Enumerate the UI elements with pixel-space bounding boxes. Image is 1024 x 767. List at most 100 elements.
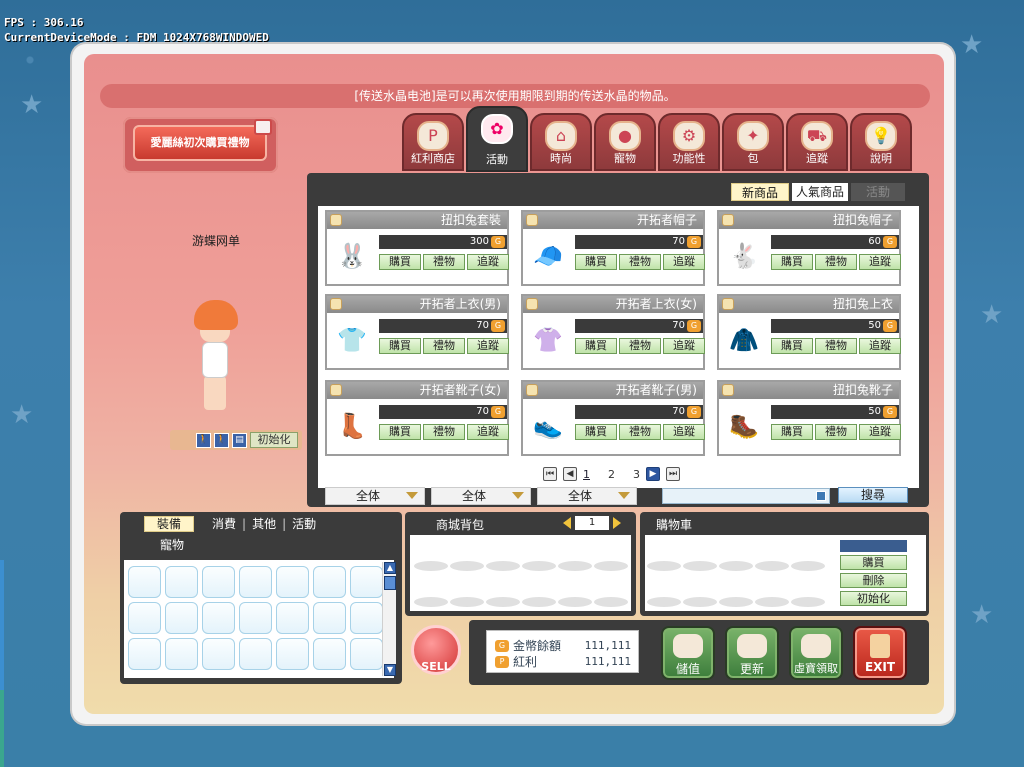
gift-button[interactable]: 禮物 [619,424,661,440]
track-button[interactable]: 追蹤 [859,338,901,354]
category-dropdown-2[interactable]: 全体 [431,487,531,505]
buy-button[interactable]: 購買 [575,254,617,270]
buy-button[interactable]: 購買 [771,254,813,270]
scroll-up-icon[interactable]: ▲ [384,562,396,574]
tab-package[interactable]: ✦ 包 [722,113,784,171]
inventory-slot[interactable] [165,566,198,598]
page-1[interactable]: 1 [583,468,590,481]
category-dropdown-1[interactable]: 全体 [325,487,425,505]
inventory-slot[interactable] [276,566,309,598]
tab-pet[interactable]: ● 寵物 [594,113,656,171]
inventory-slot[interactable] [202,638,235,670]
tab-fashion[interactable]: ⌂ 時尚 [530,113,592,171]
search-button[interactable]: 搜尋 [838,487,908,503]
inventory-slot[interactable] [128,566,161,598]
page-2[interactable]: 2 [608,468,615,481]
inventory-slot[interactable] [202,602,235,634]
inventory-slot[interactable] [350,638,383,670]
inventory-tab-etc[interactable]: 其他 [252,515,276,532]
scroll-down-icon[interactable]: ▼ [384,664,396,676]
claim-virtual-items-button[interactable]: 虛寶領取 [789,626,843,680]
gift-button[interactable]: 禮物 [619,338,661,354]
buy-button[interactable]: 購買 [379,424,421,440]
tab-bonus-shop[interactable]: P 紅利商店 [402,113,464,171]
filter-event-items[interactable]: 活動 [851,183,905,201]
info-icon[interactable]: ▤ [232,432,247,448]
inventory-slot[interactable] [313,638,346,670]
cart-delete-button[interactable]: 刪除 [840,573,907,588]
inventory-slot[interactable] [165,602,198,634]
inventory-slot[interactable] [165,638,198,670]
gift-button[interactable]: 禮物 [619,254,661,270]
tab-tracking[interactable]: ⛟ 追蹤 [786,113,848,171]
item-card[interactable]: 扭扣兔上衣 🧥 50 G 購買 禮物 追蹤 [717,294,901,370]
track-button[interactable]: 追蹤 [467,254,509,270]
item-card[interactable]: 开拓者上衣(男) 👕 70 G 購買 禮物 追蹤 [325,294,509,370]
exit-button[interactable]: EXIT [853,626,907,680]
inventory-slot[interactable] [313,602,346,634]
buy-button[interactable]: 購買 [771,424,813,440]
item-card[interactable]: 开拓者上衣(女) 👚 70 G 購買 禮物 追蹤 [521,294,705,370]
gift-button[interactable]: 禮物 [423,424,465,440]
buy-button[interactable]: 購買 [575,338,617,354]
topup-button[interactable]: 儲值 [661,626,715,680]
pose-icon[interactable]: 🚶 [214,432,229,448]
tab-help[interactable]: 💡 說明 [850,113,912,171]
item-card[interactable]: 开拓者靴子(女) 👢 70 G 購買 禮物 追蹤 [325,380,509,456]
inventory-slot[interactable] [239,638,272,670]
gift-button[interactable]: 禮物 [423,254,465,270]
sell-button[interactable]: SELL [411,625,461,675]
item-card[interactable]: 扭扣兔靴子 🥾 50 G 購買 禮物 追蹤 [717,380,901,456]
walk-icon[interactable]: 🚶 [196,432,211,448]
inventory-slot[interactable] [350,566,383,598]
gift-button[interactable]: 禮物 [815,338,857,354]
track-button[interactable]: 追蹤 [663,424,705,440]
gift-button[interactable]: 禮物 [423,338,465,354]
inventory-slot[interactable] [202,566,235,598]
tab-functional[interactable]: ⚙ 功能性 [658,113,720,171]
clear-search-icon[interactable] [816,491,826,501]
gift-button[interactable]: 禮物 [815,254,857,270]
cart-buy-button[interactable]: 購買 [840,555,907,570]
bag-next-icon[interactable] [613,517,621,529]
filter-new-items[interactable]: 新商品 [731,183,789,201]
inventory-slot[interactable] [128,638,161,670]
inventory-slot[interactable] [276,602,309,634]
cart-reset-button[interactable]: 初始化 [840,591,907,606]
item-card[interactable]: 扭扣兔帽子 🐇 60 G 購買 禮物 追蹤 [717,210,901,286]
next-page-icon[interactable]: ▶ [646,467,660,481]
track-button[interactable]: 追蹤 [467,424,509,440]
first-page-icon[interactable]: ⏮ [543,467,557,481]
filter-popular-items[interactable]: 人氣商品 [792,183,848,201]
bag-prev-icon[interactable] [563,517,571,529]
buy-button[interactable]: 購買 [771,338,813,354]
inventory-slot[interactable] [350,602,383,634]
inventory-slot[interactable] [239,602,272,634]
category-dropdown-3[interactable]: 全体 [537,487,637,505]
inventory-slot[interactable] [239,566,272,598]
buy-button[interactable]: 購買 [575,424,617,440]
inventory-slot[interactable] [128,602,161,634]
inventory-scrollbar[interactable]: ▲ ▼ [382,562,396,676]
item-card[interactable]: 扭扣兔套裝 🐰 300 G 購買 禮物 追蹤 [325,210,509,286]
inventory-tab-equip[interactable]: 裝備 [144,515,195,532]
refresh-button[interactable]: 更新 [725,626,779,680]
page-3[interactable]: 3 [633,468,640,481]
last-page-icon[interactable]: ⏭ [666,467,680,481]
first-purchase-gift-button[interactable]: 愛麗絲初次購買禮物 [123,117,278,173]
track-button[interactable]: 追蹤 [859,254,901,270]
scroll-thumb[interactable] [384,576,396,590]
inventory-tab-pet[interactable]: 寵物 [160,536,184,553]
track-button[interactable]: 追蹤 [467,338,509,354]
item-card[interactable]: 开拓者帽子 🧢 70 G 購買 禮物 追蹤 [521,210,705,286]
search-input[interactable] [662,488,830,504]
track-button[interactable]: 追蹤 [663,338,705,354]
inventory-tab-event[interactable]: 活動 [292,515,316,532]
item-card[interactable]: 开拓者靴子(男) 👟 70 G 購買 禮物 追蹤 [521,380,705,456]
tab-event[interactable]: ✿ 活動 [466,106,528,172]
track-button[interactable]: 追蹤 [859,424,901,440]
inventory-slot[interactable] [276,638,309,670]
prev-page-icon[interactable]: ◀ [563,467,577,481]
buy-button[interactable]: 購買 [379,338,421,354]
track-button[interactable]: 追蹤 [663,254,705,270]
